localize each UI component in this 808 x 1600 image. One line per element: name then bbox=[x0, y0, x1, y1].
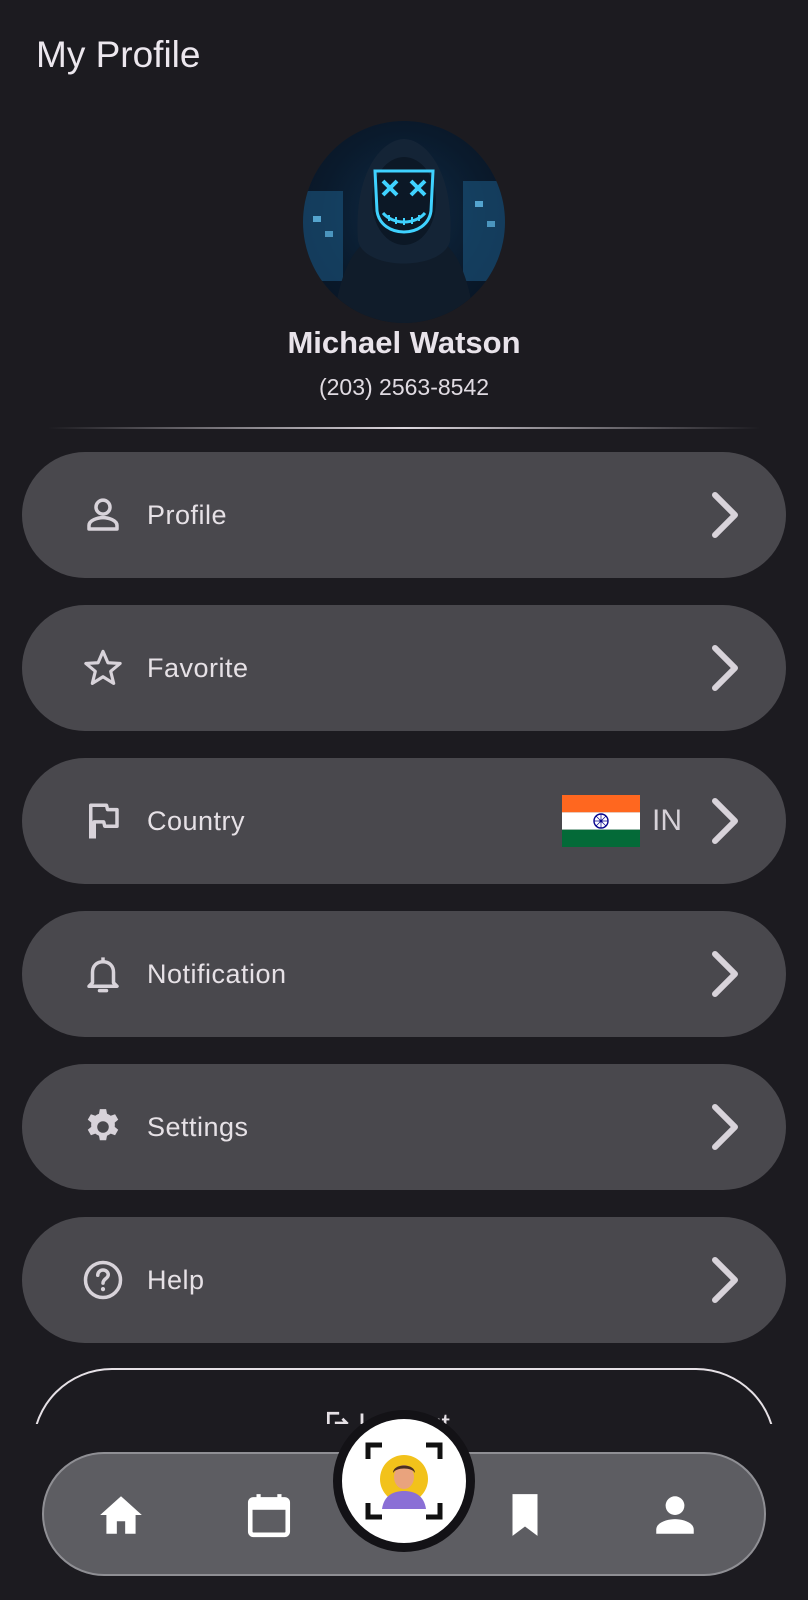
home-icon[interactable] bbox=[96, 1490, 146, 1540]
menu-label-notification: Notification bbox=[147, 958, 287, 989]
user-name: Michael Watson bbox=[287, 325, 521, 360]
menu-label-help: Help bbox=[147, 1264, 205, 1295]
menu-item-country[interactable]: Country IN bbox=[22, 758, 786, 884]
menu-item-profile[interactable]: Profile bbox=[22, 452, 786, 578]
chevron-right-icon bbox=[712, 492, 738, 538]
avatar-image bbox=[303, 139, 505, 323]
country-code: IN bbox=[652, 804, 682, 837]
india-flag-icon bbox=[562, 795, 640, 847]
chevron-right-icon bbox=[712, 951, 738, 997]
menu-label-profile: Profile bbox=[147, 499, 228, 530]
chevron-right-icon bbox=[712, 798, 738, 844]
calendar-icon[interactable] bbox=[244, 1490, 294, 1540]
avatar[interactable] bbox=[303, 121, 505, 323]
chevron-right-icon bbox=[712, 1104, 738, 1150]
star-outline-icon bbox=[84, 649, 122, 685]
flag-outline-icon bbox=[89, 803, 119, 839]
face-scan-button[interactable] bbox=[333, 1410, 475, 1552]
menu-item-notification[interactable]: Notification bbox=[22, 911, 786, 1037]
face-scan-icon bbox=[365, 1442, 443, 1520]
person-outline-icon bbox=[87, 498, 119, 531]
menu-label-favorite: Favorite bbox=[147, 652, 249, 683]
gear-icon bbox=[87, 1109, 119, 1141]
page-title: My Profile bbox=[36, 34, 201, 75]
menu-item-help[interactable]: Help bbox=[22, 1217, 786, 1343]
menu-item-favorite[interactable]: Favorite bbox=[22, 605, 786, 731]
menu-label-settings: Settings bbox=[147, 1111, 249, 1142]
chevron-right-icon bbox=[712, 645, 738, 691]
bell-outline-icon bbox=[87, 957, 119, 993]
chevron-right-icon bbox=[712, 1257, 738, 1303]
divider bbox=[48, 427, 760, 429]
bookmark-icon[interactable] bbox=[500, 1490, 550, 1540]
help-circle-icon bbox=[83, 1260, 123, 1300]
menu-item-settings[interactable]: Settings bbox=[22, 1064, 786, 1190]
person-icon[interactable] bbox=[650, 1490, 700, 1540]
menu-label-country: Country bbox=[147, 805, 246, 836]
user-phone: (203) 2563-8542 bbox=[318, 374, 490, 400]
